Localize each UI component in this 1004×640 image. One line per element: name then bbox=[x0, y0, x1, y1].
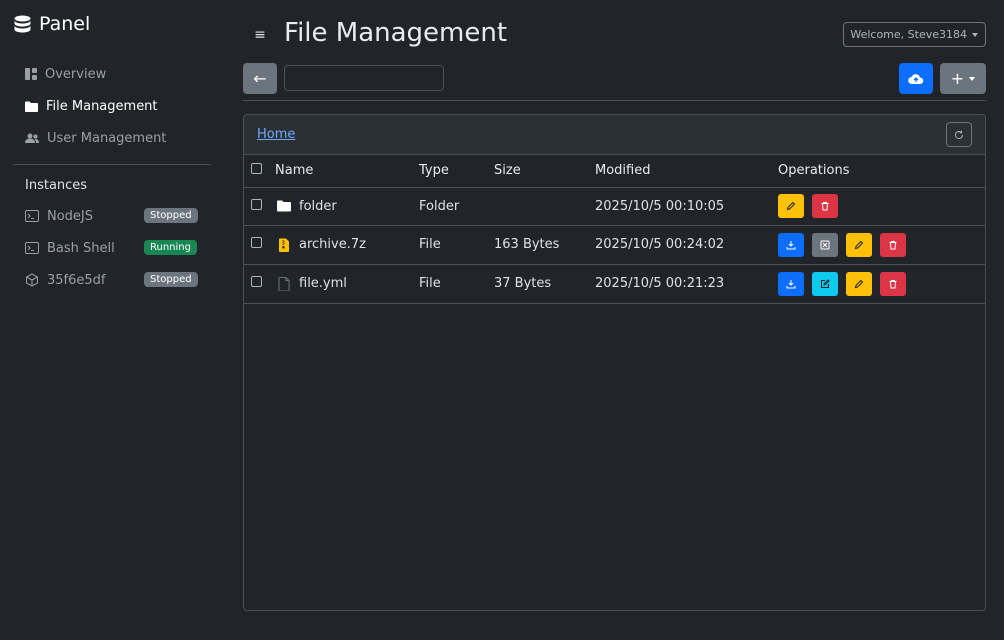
file-name[interactable]: archive.7z bbox=[299, 237, 366, 252]
instance-label: Bash Shell bbox=[47, 240, 115, 256]
file-type: File bbox=[419, 237, 441, 252]
sidebar-item-label: Overview bbox=[45, 66, 107, 82]
file-icon bbox=[278, 276, 290, 291]
trash-icon bbox=[889, 279, 897, 288]
pencil-icon bbox=[854, 240, 864, 249]
instance-label: 35f6e5df bbox=[47, 272, 106, 288]
sidebar-item-label: File Management bbox=[46, 98, 158, 114]
column-header-operations: Operations bbox=[778, 163, 850, 179]
refresh-icon bbox=[955, 130, 963, 139]
table-row[interactable]: file.yml File 37 Bytes 2025/10/5 00:21:2… bbox=[244, 264, 985, 303]
row-checkbox[interactable] bbox=[251, 276, 262, 287]
row-checkbox[interactable] bbox=[251, 198, 262, 210]
upload-button[interactable] bbox=[899, 63, 933, 94]
extract-button[interactable] bbox=[812, 232, 838, 257]
instance-item-35f6e5df[interactable]: 35f6e5df Stopped bbox=[13, 264, 211, 296]
row-checkbox[interactable] bbox=[251, 237, 262, 248]
column-header-modified: Modified bbox=[595, 163, 651, 179]
user-menu-dropdown[interactable]: Welcome, Steve3184 bbox=[843, 22, 986, 47]
instances-list: NodeJS Stopped Bash Shell Running 35f6e5… bbox=[13, 200, 211, 296]
column-header-size: Size bbox=[494, 163, 521, 179]
status-badge: Running bbox=[144, 240, 197, 255]
cloud-upload-icon bbox=[908, 73, 924, 84]
folder-icon bbox=[277, 200, 291, 212]
new-item-dropdown-button[interactable]: + bbox=[940, 63, 986, 94]
sidebar: Panel Overview File Management User Mana… bbox=[0, 0, 224, 640]
terminal-icon bbox=[25, 242, 39, 254]
box-icon bbox=[26, 273, 38, 287]
delete-button[interactable] bbox=[880, 232, 906, 257]
trash-icon bbox=[821, 202, 829, 211]
file-size: 37 Bytes bbox=[494, 276, 552, 291]
instance-item-bash-shell[interactable]: Bash Shell Running bbox=[13, 232, 211, 264]
file-modified: 2025/10/5 00:10:05 bbox=[595, 198, 725, 214]
sidebar-item-overview[interactable]: Overview bbox=[13, 58, 211, 90]
breadcrumb-home-link[interactable]: Home bbox=[257, 127, 295, 142]
trash-icon bbox=[889, 240, 897, 249]
table-row[interactable]: folder Folder 2025/10/5 00:10:05 bbox=[244, 187, 985, 225]
rename-button[interactable] bbox=[846, 232, 872, 257]
brand-name: Panel bbox=[39, 13, 91, 35]
rename-button[interactable] bbox=[778, 194, 804, 218]
refresh-button[interactable] bbox=[946, 122, 972, 147]
sidebar-item-file-management[interactable]: File Management bbox=[13, 90, 211, 122]
table-header-row: Name Type Size Modified Operations bbox=[244, 155, 985, 187]
edit-button[interactable] bbox=[812, 271, 838, 296]
file-name[interactable]: file.yml bbox=[299, 276, 347, 291]
menu-toggle-button[interactable]: ≡ bbox=[250, 24, 270, 46]
file-modified: 2025/10/5 00:24:02 bbox=[595, 237, 725, 252]
table-row[interactable]: archive.7z File 163 Bytes 2025/10/5 00:2… bbox=[244, 225, 985, 264]
file-size bbox=[494, 187, 595, 225]
delete-button[interactable] bbox=[812, 194, 838, 218]
extract-icon bbox=[820, 240, 830, 249]
dashboard-icon bbox=[25, 68, 37, 80]
column-header-name: Name bbox=[275, 163, 314, 179]
sidebar-item-user-management[interactable]: User Management bbox=[13, 122, 211, 154]
status-badge: Stopped bbox=[144, 208, 198, 223]
page-title: File Management bbox=[284, 18, 508, 48]
path-input[interactable] bbox=[284, 65, 444, 91]
users-icon bbox=[25, 133, 39, 143]
sidebar-divider bbox=[13, 164, 211, 165]
archive-icon bbox=[279, 238, 289, 252]
download-icon bbox=[786, 240, 796, 249]
breadcrumb: Home bbox=[244, 115, 985, 155]
column-header-type: Type bbox=[419, 163, 449, 179]
sidebar-nav: Overview File Management User Management bbox=[13, 58, 211, 154]
instance-label: NodeJS bbox=[47, 208, 94, 224]
file-name[interactable]: folder bbox=[299, 199, 337, 214]
pencil-icon bbox=[854, 279, 864, 288]
file-modified: 2025/10/5 00:21:23 bbox=[595, 276, 725, 291]
toolbar-divider bbox=[243, 100, 986, 101]
brand[interactable]: Panel bbox=[14, 13, 90, 35]
instances-heading: Instances bbox=[25, 178, 88, 193]
delete-button[interactable] bbox=[880, 271, 906, 296]
rename-button[interactable] bbox=[846, 271, 872, 296]
download-button[interactable] bbox=[778, 271, 804, 296]
file-type: File bbox=[419, 276, 441, 291]
chevron-down-icon bbox=[969, 76, 976, 81]
file-size: 163 Bytes bbox=[494, 237, 560, 252]
download-button[interactable] bbox=[778, 232, 804, 257]
edit-icon bbox=[821, 278, 830, 288]
plus-icon: + bbox=[950, 69, 965, 88]
database-icon bbox=[14, 15, 31, 32]
back-button[interactable]: ← bbox=[243, 63, 277, 94]
folder-icon bbox=[25, 101, 38, 112]
terminal-icon bbox=[25, 210, 39, 222]
status-badge: Stopped bbox=[144, 272, 198, 287]
pencil-icon bbox=[786, 201, 796, 211]
sidebar-item-label: User Management bbox=[47, 130, 167, 146]
download-icon bbox=[786, 279, 796, 288]
file-table: Name Type Size Modified Operations folde… bbox=[244, 155, 985, 304]
file-browser: Home Name Type Size Modified Operations bbox=[243, 114, 986, 611]
select-all-checkbox[interactable] bbox=[251, 163, 262, 175]
instance-item-nodejs[interactable]: NodeJS Stopped bbox=[13, 200, 211, 232]
file-type: Folder bbox=[419, 198, 460, 214]
